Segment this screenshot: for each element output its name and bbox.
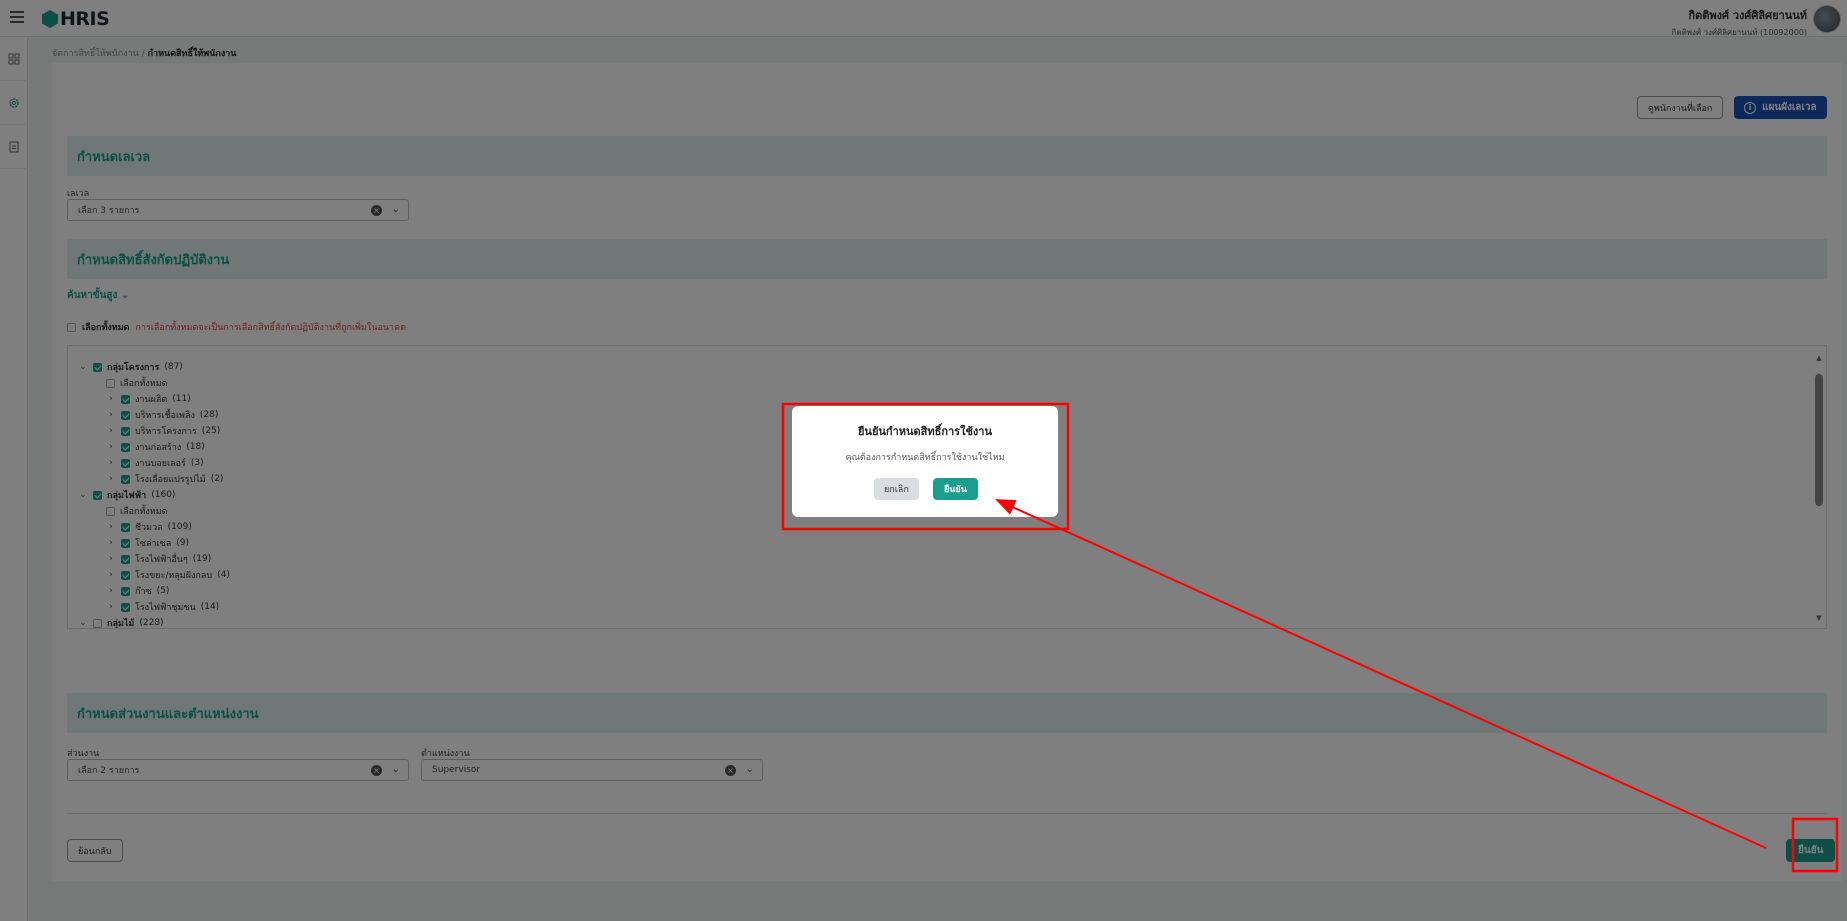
confirm-dialog: ยืนยันกำหนดสิทธิ์การใช้งาน คุณต้องการกำห… — [792, 406, 1058, 517]
dialog-message: คุณต้องการกำหนดสิทธิ์การใช้งานใช่ไหม — [845, 453, 1005, 463]
dialog-title: ยืนยันกำหนดสิทธิ์การใช้งาน — [857, 425, 992, 438]
dialog-cancel-button[interactable]: ยกเลิก — [874, 478, 919, 500]
dialog-confirm-button[interactable]: ยืนยัน — [933, 478, 978, 500]
